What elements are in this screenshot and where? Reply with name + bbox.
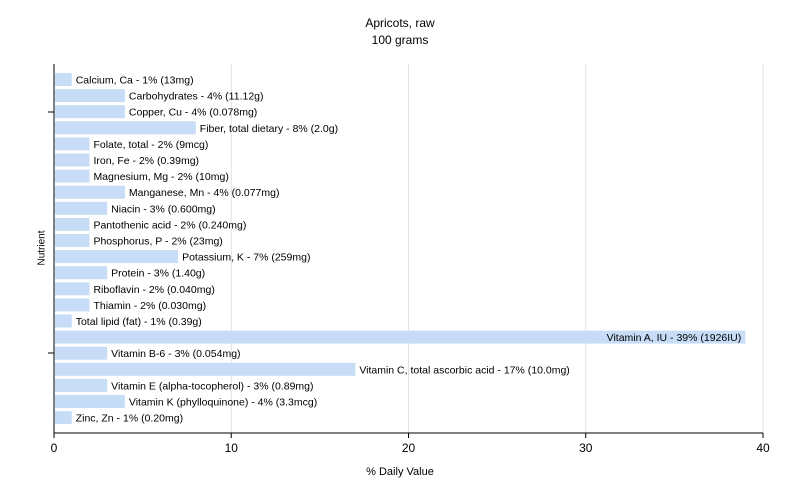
bar-label: Carbohydrates - 4% (11.12g) [129, 91, 264, 103]
bar-label: Fiber, total dietary - 8% (2.0g) [200, 123, 338, 135]
x-tick-label: 0 [51, 441, 58, 455]
bar [55, 395, 125, 408]
bar [55, 217, 90, 231]
chart-plot: Calcium, Ca - 1% (13mg) Carbohydrates - 4… [48, 64, 770, 455]
bar-label: Magnesium, Mg - 2% (10mg) [93, 171, 228, 183]
x-tick-label: 10 [225, 441, 239, 455]
bar [55, 121, 196, 135]
bar-label: Potassium, K - 7% (259mg) [182, 252, 310, 264]
bar [55, 282, 90, 296]
bar-label: Vitamin K (phylloquinone) - 4% (3.3mcg) [129, 397, 317, 409]
bar [55, 169, 90, 183]
bar-label: Zinc, Zn - 1% (0.20mg) [76, 413, 183, 425]
bar-label: Vitamin A, IU - 39% (1926IU) [607, 332, 742, 344]
bar [55, 73, 72, 86]
bar-label: Phosphorus, P - 2% (23mg) [93, 236, 222, 248]
bar [55, 153, 90, 167]
bar-label: Copper, Cu - 4% (0.078mg) [129, 107, 257, 119]
x-tick-label: 40 [756, 441, 770, 455]
bar [55, 362, 356, 376]
bar [55, 346, 108, 360]
x-tick-label: 20 [402, 441, 416, 455]
y-axis-label: Nutrient [36, 230, 48, 266]
bar [55, 411, 72, 425]
bar-label: Iron, Fe - 2% (0.39mg) [93, 155, 199, 167]
bar [55, 105, 125, 119]
bar-label: Protein - 3% (1.40g) [111, 268, 205, 280]
bar [55, 314, 72, 328]
x-tick-label: 30 [579, 441, 593, 455]
bar [55, 266, 108, 280]
bar [55, 89, 125, 103]
bar-label: Niacin - 3% (0.600mg) [111, 203, 215, 215]
bar-label: Folate, total - 2% (9mcg) [93, 139, 208, 151]
bar-label: Manganese, Mn - 4% (0.077mg) [129, 187, 280, 199]
bar [55, 234, 90, 247]
bar [55, 298, 90, 312]
bar-label: Total lipid (fat) - 1% (0.39g) [76, 316, 202, 328]
bar [55, 250, 179, 264]
bar-label: Vitamin B-6 - 3% (0.054mg) [111, 348, 240, 360]
bar-label: Vitamin E (alpha-tocopherol) - 3% (0.89m… [111, 380, 313, 392]
bar-label: Vitamin C, total ascorbic acid - 17% (10… [359, 364, 569, 376]
bar [55, 201, 108, 215]
bar-label: Pantothenic acid - 2% (0.240mg) [93, 219, 246, 231]
bar [55, 378, 108, 392]
bar-label: Riboflavin - 2% (0.040mg) [93, 284, 214, 296]
bar [55, 137, 90, 151]
bar-label: Thiamin - 2% (0.030mg) [93, 300, 206, 312]
bar [55, 185, 125, 199]
x-axis-label: % Daily Value [366, 466, 434, 478]
bar-label: Calcium, Ca - 1% (13mg) [76, 75, 194, 87]
